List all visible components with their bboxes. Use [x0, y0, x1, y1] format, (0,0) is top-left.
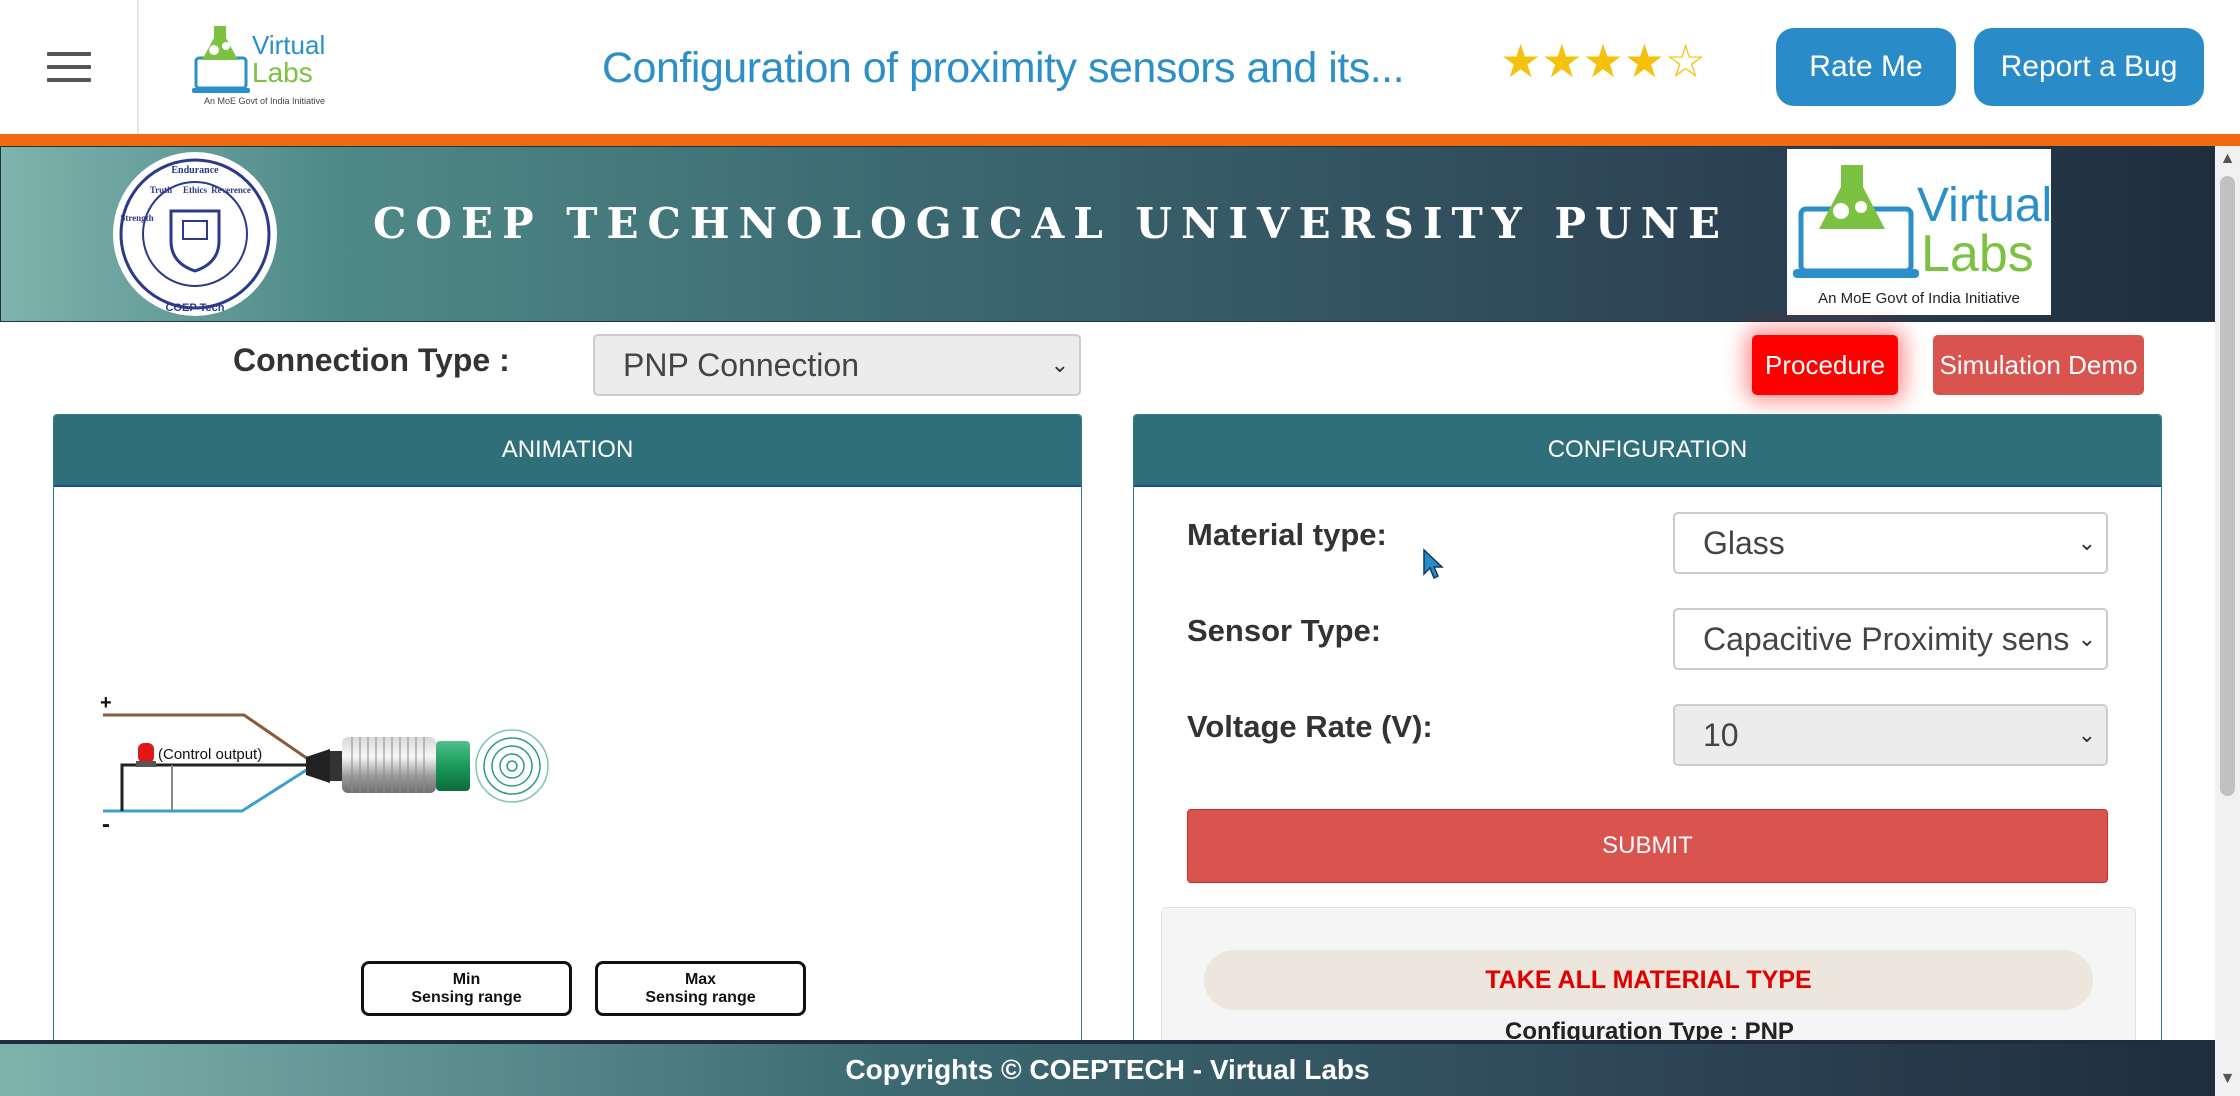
chevron-down-icon: ⌄: [1050, 352, 1069, 377]
min-sensing-range-box: Min Sensing range: [361, 961, 572, 1016]
university-banner: Endurance Truth Ethics Reverence Strengt…: [0, 146, 2215, 322]
menu-icon: [46, 43, 91, 91]
indicator-lamp-icon: [136, 743, 156, 767]
voltage-rate-value: 10: [1703, 716, 1739, 753]
min-range-title: Min: [452, 970, 481, 988]
coep-seal-logo: Endurance Truth Ethics Reverence Strengt…: [113, 152, 277, 316]
animation-panel-title: ANIMATION: [54, 415, 1081, 487]
configuration-panel-title: CONFIGURATION: [1134, 415, 2161, 487]
configuration-panel: CONFIGURATION Material type: Glass ⌄ Sen…: [1133, 414, 2162, 1096]
chevron-down-icon: ⌄: [2077, 530, 2096, 555]
logo-tagline: An MoE Govt of India Initiative: [204, 96, 325, 106]
virtual-labs-banner-logo: Virtual Labs An MoE Govt of India Initia…: [1787, 149, 2051, 315]
animation-panel: ANIMATION (Control output) + - Min Sensi…: [53, 414, 1082, 1096]
experiment-title: Configuration of proximity sensors and i…: [602, 44, 1405, 92]
star-filled-icon[interactable]: ★: [1541, 35, 1582, 87]
seal-caption: COEP Tech: [166, 302, 225, 314]
material-notice: TAKE ALL MATERIAL TYPE: [1204, 950, 2093, 1010]
plus-terminal-label: +: [100, 692, 112, 714]
seal-word-5: Strength: [120, 213, 153, 223]
university-name: COEP TECHNOLOGICAL UNIVERSITY PUNE: [373, 199, 1729, 248]
simulation-demo-button[interactable]: Simulation Demo: [1933, 335, 2144, 395]
star-filled-icon[interactable]: ★: [1624, 35, 1665, 87]
seal-word-4: Reverence: [211, 185, 251, 195]
banner-logo-text-bottom: Labs: [1921, 225, 2034, 283]
chevron-down-icon: ⌄: [2071, 626, 2096, 652]
virtual-labs-logo[interactable]: Virtual Labs An MoE Govt of India Initia…: [190, 20, 350, 110]
seal-word-2: Truth: [150, 185, 172, 195]
control-output-label: (Control output): [158, 746, 262, 763]
proximity-sensor-icon: [306, 737, 470, 793]
negative-wire: [103, 767, 309, 813]
material-type-select[interactable]: Glass ⌄: [1673, 512, 2108, 574]
star-rating[interactable]: ★★★★☆: [1500, 34, 1706, 88]
seal-word-3: Ethics: [183, 185, 208, 195]
max-range-subtitle: Sensing range: [645, 988, 756, 1006]
copyright-text: Copyrights © COEPTECH - Virtual Labs: [845, 1054, 1370, 1085]
logo-text-bottom: Labs: [252, 57, 313, 88]
sensor-type-label: Sensor Type:: [1187, 613, 1382, 648]
scroll-thumb[interactable]: [2220, 176, 2235, 796]
max-range-title: Max: [684, 970, 717, 988]
chevron-down-icon: ⌄: [2077, 722, 2096, 747]
connection-type-select[interactable]: PNP Connection ⌄: [593, 334, 1081, 396]
star-filled-icon[interactable]: ★: [1583, 35, 1624, 87]
sensing-field-icon: [475, 729, 549, 803]
connection-type-label: Connection Type :: [233, 342, 510, 378]
material-type-label: Material type:: [1187, 517, 1387, 552]
submit-button[interactable]: SUBMIT: [1187, 809, 2108, 883]
seal-word-1: Endurance: [171, 165, 219, 176]
top-navbar: Virtual Labs An MoE Govt of India Initia…: [0, 0, 2240, 134]
star-filled-icon[interactable]: ★: [1500, 35, 1541, 87]
min-range-subtitle: Sensing range: [411, 988, 522, 1006]
procedure-button[interactable]: Procedure: [1752, 335, 1898, 395]
voltage-rate-label: Voltage Rate (V):: [1187, 709, 1433, 744]
mouse-cursor-icon: [1423, 548, 1444, 580]
max-sensing-range-box: Max Sensing range: [595, 961, 806, 1016]
star-empty-icon[interactable]: ☆: [1665, 35, 1706, 87]
material-type-value: Glass: [1703, 524, 1785, 561]
scroll-down-arrow-icon[interactable]: ▼: [2215, 1070, 2240, 1088]
accent-divider: [0, 134, 2240, 146]
footer: Copyrights © COEPTECH - Virtual Labs: [0, 1040, 2215, 1096]
sensor-type-select[interactable]: Capacitive Proximity sens ⌄: [1673, 608, 2108, 670]
minus-terminal-label: -: [102, 811, 110, 838]
banner-logo-tagline: An MoE Govt of India Initiative: [1818, 290, 2020, 307]
rate-me-button[interactable]: Rate Me: [1776, 28, 1956, 106]
sensor-type-value: Capacitive Proximity sens: [1703, 620, 2070, 657]
connection-type-value: PNP Connection: [623, 346, 859, 383]
logo-text-top: Virtual: [252, 30, 325, 60]
vertical-scrollbar[interactable]: ▲ ▼: [2215, 146, 2240, 1096]
scroll-up-arrow-icon[interactable]: ▲: [2215, 150, 2240, 168]
hamburger-menu-button[interactable]: [0, 0, 139, 134]
voltage-rate-select[interactable]: 10 ⌄: [1673, 704, 2108, 766]
report-bug-button[interactable]: Report a Bug: [1974, 28, 2204, 106]
